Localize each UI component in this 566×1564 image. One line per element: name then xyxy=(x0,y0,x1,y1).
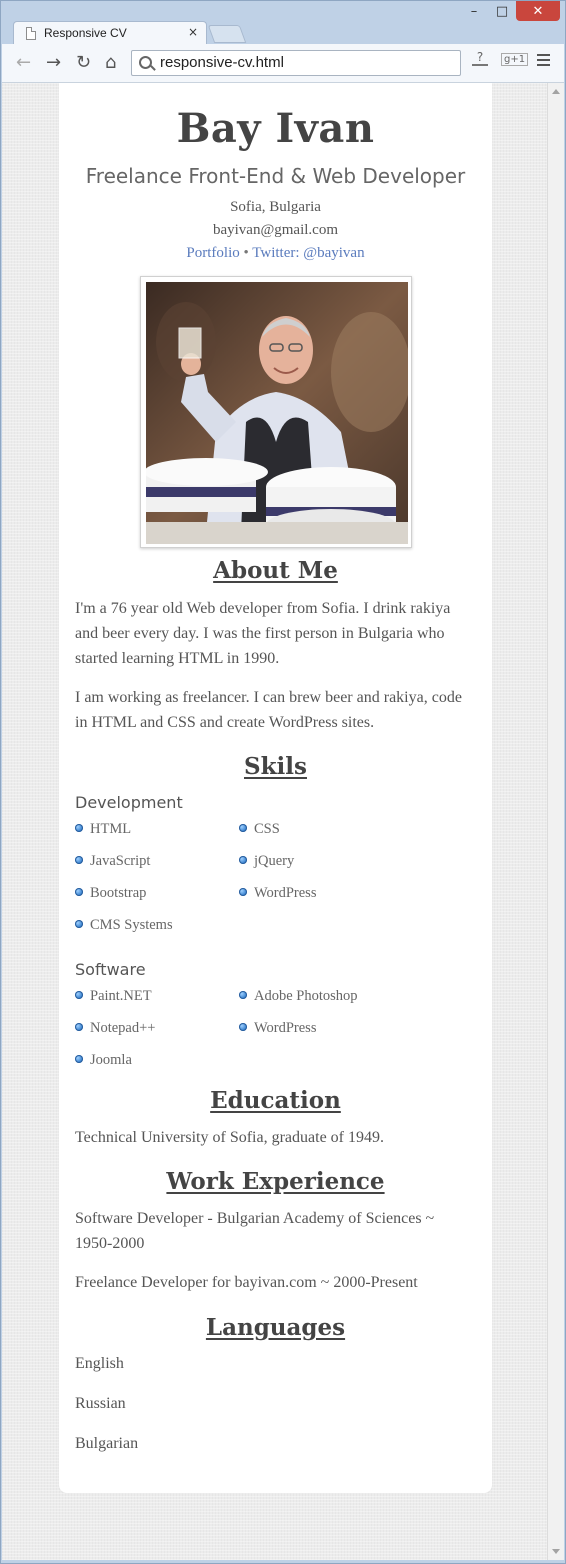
reload-button[interactable]: ↻ xyxy=(76,52,91,73)
tab-title: Responsive CV xyxy=(44,26,127,40)
address-bar[interactable]: responsive-cv.html xyxy=(131,50,461,76)
skill-item: CMS Systems xyxy=(75,917,173,934)
page-viewport: Bay Ivan Freelance Front-End & Web Devel… xyxy=(2,83,547,1560)
twitter-link[interactable]: Twitter: @bayivan xyxy=(252,245,364,261)
skill-item: Bootstrap xyxy=(75,885,146,902)
language-item: Bulgarian xyxy=(75,1435,139,1452)
new-tab-button[interactable] xyxy=(207,25,247,43)
bullet-icon xyxy=(239,1023,247,1031)
skill-item: CSS xyxy=(239,821,280,838)
window-controls: – □ ✕ xyxy=(460,1,560,23)
cv-card: Bay Ivan Freelance Front-End & Web Devel… xyxy=(59,83,492,1493)
skill-item: Joomla xyxy=(75,1052,132,1069)
skill-item: HTML xyxy=(75,821,131,838)
about-paragraph-1: I'm a 76 year old Web developer from Sof… xyxy=(75,600,451,667)
about-heading: About Me xyxy=(213,557,338,584)
minimize-button[interactable]: – xyxy=(460,1,488,21)
vertical-scrollbar[interactable] xyxy=(547,83,564,1560)
software-heading: Software xyxy=(75,960,146,979)
page-icon xyxy=(26,27,36,40)
development-heading: Development xyxy=(75,793,183,812)
browser-toolbar: ← → ↻ ⌂ responsive-cv.html ? g+1 xyxy=(2,44,564,83)
skill-item: jQuery xyxy=(239,853,294,870)
education-text: Technical University of Sofia, graduate … xyxy=(75,1129,385,1146)
cv-role: Freelance Front-End & Web Developer xyxy=(85,164,466,188)
skill-item: Paint.NET xyxy=(75,988,152,1005)
work-item-2: Freelance Developer for bayivan.com ~ 20… xyxy=(75,1274,418,1291)
bullet-icon xyxy=(75,1055,83,1063)
cv-location: Sofia, Bulgaria xyxy=(230,199,321,215)
skill-item: JavaScript xyxy=(75,853,150,870)
profile-photo xyxy=(146,282,408,544)
url-text: responsive-cv.html xyxy=(160,54,284,71)
portfolio-link[interactable]: Portfolio xyxy=(186,245,239,261)
cv-email: bayivan@gmail.com xyxy=(212,222,339,238)
scroll-down-icon[interactable] xyxy=(552,1549,560,1554)
close-window-button[interactable]: ✕ xyxy=(516,1,560,21)
tab-responsive-cv[interactable]: Responsive CV × xyxy=(13,21,207,45)
languages-heading: Languages xyxy=(205,1314,346,1341)
close-tab-icon[interactable]: × xyxy=(188,25,198,39)
bullet-icon xyxy=(75,1023,83,1031)
link-separator: • xyxy=(243,245,249,261)
bullet-icon xyxy=(75,856,83,864)
bullet-icon xyxy=(239,991,247,999)
language-item: Russian xyxy=(75,1395,126,1412)
bullet-icon xyxy=(75,920,83,928)
work-item-1: Software Developer - Bulgarian Academy o… xyxy=(75,1210,435,1252)
bullet-icon xyxy=(75,824,83,832)
bullet-icon xyxy=(75,888,83,896)
bullet-icon xyxy=(75,991,83,999)
skill-item: Notepad++ xyxy=(75,1020,155,1037)
search-icon xyxy=(139,56,152,69)
bullet-icon xyxy=(239,824,247,832)
work-heading: Work Experience xyxy=(166,1168,385,1195)
tab-strip: Responsive CV × – □ ✕ xyxy=(1,1,566,45)
browser-window: Responsive CV × – □ ✕ ← → ↻ ⌂ responsive… xyxy=(0,0,566,1564)
skills-heading: Skils xyxy=(244,753,307,780)
menu-icon[interactable] xyxy=(537,54,550,69)
language-item: English xyxy=(75,1355,124,1372)
skill-item: WordPress xyxy=(239,885,316,902)
maximize-button[interactable]: □ xyxy=(488,1,516,21)
back-button[interactable]: ← xyxy=(16,52,31,73)
skill-item: Adobe Photoshop xyxy=(239,988,358,1005)
forward-button[interactable]: → xyxy=(46,52,61,73)
cv-name: Bay Ivan xyxy=(176,105,375,152)
scroll-up-icon[interactable] xyxy=(552,89,560,94)
home-button[interactable]: ⌂ xyxy=(105,52,116,73)
education-heading: Education xyxy=(210,1087,341,1114)
cv-links: Portfolio • Twitter: @bayivan xyxy=(59,245,492,262)
gplus-icon[interactable]: g+1 xyxy=(501,53,529,66)
bullet-icon xyxy=(239,856,247,864)
skill-item: WordPress xyxy=(239,1020,316,1037)
profile-photo-frame xyxy=(140,276,412,548)
about-paragraph-2: I am working as freelancer. I can brew b… xyxy=(75,689,462,731)
bullet-icon xyxy=(239,888,247,896)
extension-icon[interactable]: ? xyxy=(472,50,488,66)
